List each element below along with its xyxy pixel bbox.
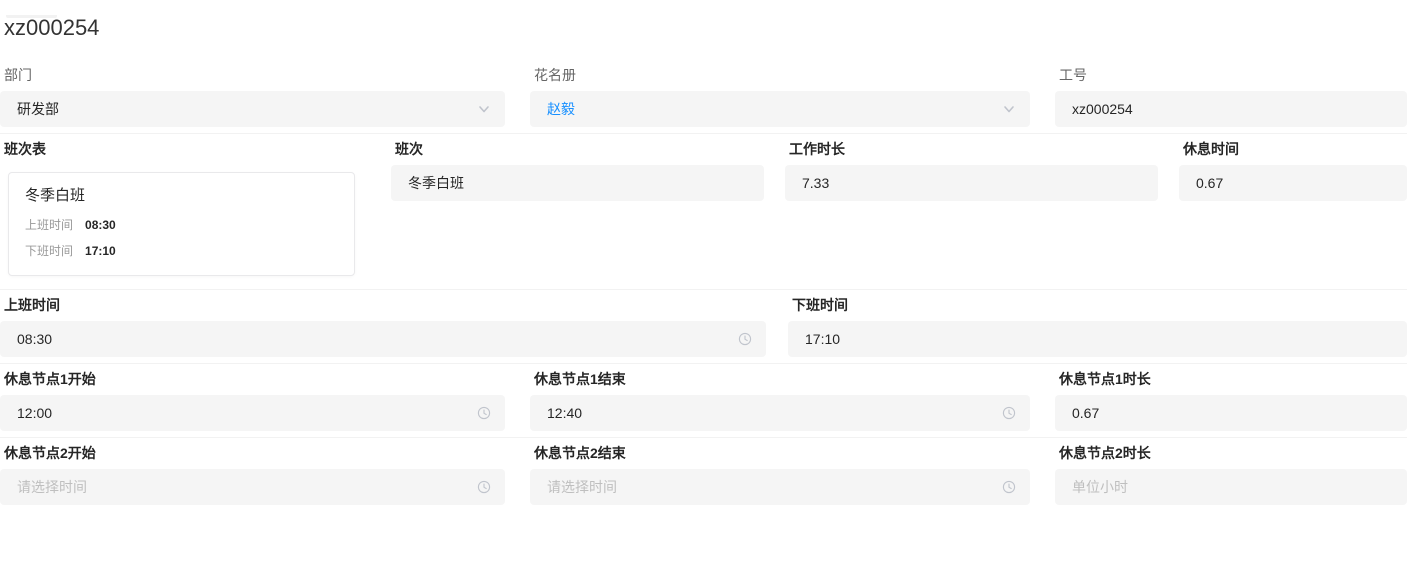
rest2-start-input[interactable] (0, 469, 505, 505)
shift-card-end-line: 下班时间 17:10 (25, 245, 338, 258)
field-start-time: 上班时间 (0, 298, 766, 357)
field-work-hours: 工作时长 (785, 142, 1158, 276)
rest2-end-label: 休息节点2结束 (534, 445, 626, 461)
work-hours-label: 工作时长 (789, 141, 845, 157)
field-shift: 班次 (391, 142, 764, 276)
field-rest1-end: 休息节点1结束 (530, 372, 1030, 431)
rest1-duration-input[interactable] (1055, 395, 1407, 431)
rest2-duration-input[interactable] (1055, 469, 1407, 505)
shift-input[interactable] (391, 165, 764, 201)
chevron-down-icon[interactable] (477, 102, 491, 116)
shift-card-start-value: 08:30 (85, 218, 116, 232)
clock-icon[interactable] (477, 406, 491, 420)
rest2-start-picker (0, 469, 505, 505)
rest-hours-input[interactable] (1179, 165, 1407, 201)
form-row-shift-info: 班次表 冬季白班 上班时间 08:30 下班时间 17:10 班次 工作时长 休… (0, 134, 1407, 290)
shift-card-end-value: 17:10 (85, 244, 116, 258)
shift-card-title: 冬季白班 (25, 187, 86, 204)
field-rest2-end: 休息节点2结束 (530, 446, 1030, 505)
roster-select[interactable]: 赵毅 (530, 91, 1030, 127)
shift-card-end-label: 下班时间 (25, 244, 74, 258)
department-value: 研发部 (17, 101, 59, 117)
rest-hours-control (1179, 165, 1407, 201)
field-shift-table: 班次表 冬季白班 上班时间 08:30 下班时间 17:10 (0, 142, 370, 276)
end-time-label: 下班时间 (792, 297, 848, 313)
rest2-start-label: 休息节点2开始 (4, 445, 96, 461)
rest1-end-input[interactable] (530, 395, 1030, 431)
rest1-start-label: 休息节点1开始 (4, 371, 96, 387)
field-end-time: 下班时间 (788, 298, 1407, 357)
form-row-rest-period-1: 休息节点1开始 休息节点1结束 休息节点1时长 (0, 364, 1407, 438)
end-time-picker (788, 321, 1407, 357)
work-hours-control (785, 165, 1158, 201)
shift-label: 班次 (395, 141, 423, 157)
rest2-end-input[interactable] (530, 469, 1030, 505)
field-rest1-duration: 休息节点1时长 (1055, 372, 1407, 431)
form-row-basic-info: 部门 研发部 花名册 赵毅 工号 (0, 41, 1407, 134)
rest1-duration-label: 休息节点1时长 (1059, 371, 1151, 387)
start-time-input[interactable] (0, 321, 766, 357)
rest-hours-label: 休息时间 (1183, 141, 1239, 157)
rest2-end-picker (530, 469, 1030, 505)
start-time-picker (0, 321, 766, 357)
field-roster: 花名册 赵毅 (530, 68, 1030, 127)
form-row-work-times: 上班时间 下班时间 (0, 290, 1407, 364)
clock-icon[interactable] (1002, 480, 1016, 494)
employee-id-label: 工号 (1059, 67, 1087, 83)
end-time-input[interactable] (788, 321, 1407, 357)
top-edge-remnant (6, 15, 57, 18)
roster-value[interactable]: 赵毅 (547, 99, 575, 119)
shift-control (391, 165, 764, 201)
rest1-end-picker (530, 395, 1030, 431)
shift-card-start-line: 上班时间 08:30 (25, 219, 338, 232)
field-department: 部门 研发部 (0, 68, 505, 127)
form-row-rest-period-2: 休息节点2开始 休息节点2结束 休息节点2时长 (0, 438, 1407, 511)
clock-icon[interactable] (477, 480, 491, 494)
employee-id-input[interactable] (1055, 91, 1407, 127)
rest1-start-picker (0, 395, 505, 431)
field-rest2-duration: 休息节点2时长 (1055, 446, 1407, 505)
rest1-duration-control (1055, 395, 1407, 431)
shift-card[interactable]: 冬季白班 上班时间 08:30 下班时间 17:10 (8, 172, 355, 276)
field-rest2-start: 休息节点2开始 (0, 446, 505, 505)
roster-label: 花名册 (534, 67, 576, 83)
department-label: 部门 (4, 67, 32, 83)
start-time-label: 上班时间 (4, 297, 60, 313)
rest2-duration-label: 休息节点2时长 (1059, 445, 1151, 461)
department-select[interactable]: 研发部 (0, 91, 505, 127)
employee-id-control (1055, 91, 1407, 127)
clock-icon[interactable] (738, 332, 752, 346)
rest1-end-label: 休息节点1结束 (534, 371, 626, 387)
work-hours-input[interactable] (785, 165, 1158, 201)
chevron-down-icon[interactable] (1002, 102, 1016, 116)
field-rest-hours: 休息时间 (1179, 142, 1407, 276)
field-employee-id: 工号 (1055, 68, 1407, 127)
rest1-start-input[interactable] (0, 395, 505, 431)
field-rest1-start: 休息节点1开始 (0, 372, 505, 431)
clock-icon[interactable] (1002, 406, 1016, 420)
rest2-duration-control (1055, 469, 1407, 505)
shift-table-label: 班次表 (4, 141, 46, 157)
shift-card-start-label: 上班时间 (25, 218, 74, 232)
page-title: xz000254 (4, 15, 100, 40)
